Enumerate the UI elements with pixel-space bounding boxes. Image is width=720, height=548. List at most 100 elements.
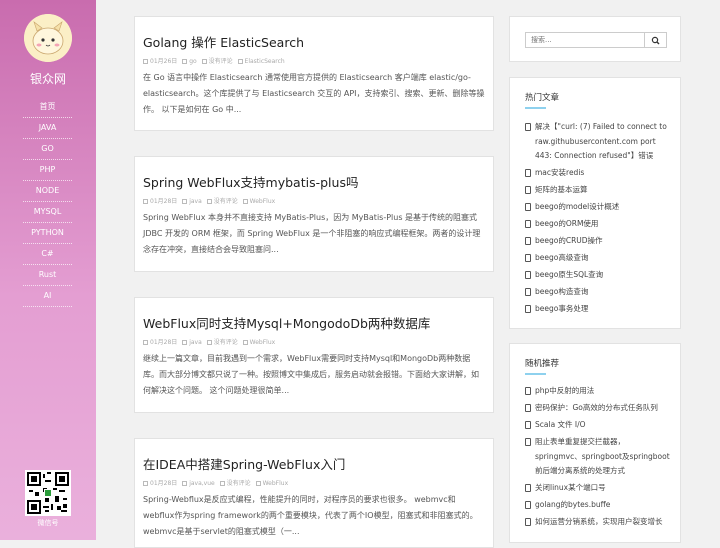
- post-tag[interactable]: WebFlux: [250, 198, 276, 205]
- post-meta: 01月26日 go 没有评论 ElasticSearch: [143, 57, 485, 66]
- list-item-label: 矩阵的基本运算: [535, 185, 588, 194]
- list-item[interactable]: 阻止表单重复提交拦截器，springmvc、springboot及springb…: [525, 435, 670, 479]
- list-item[interactable]: beego高级查询: [525, 251, 670, 266]
- post-category[interactable]: go: [189, 58, 196, 65]
- list-item[interactable]: beego的model设计概述: [525, 200, 670, 215]
- random-posts-title: 随机推荐: [525, 359, 560, 369]
- document-icon: [525, 237, 531, 245]
- document-icon: [525, 169, 531, 177]
- nav-item-node[interactable]: NODE: [23, 181, 72, 202]
- post-category[interactable]: java: [189, 198, 202, 205]
- list-item-label: beego事务处理: [535, 304, 589, 313]
- post-comments[interactable]: 没有评论: [214, 339, 238, 346]
- list-item[interactable]: php中反射的用法: [525, 384, 670, 399]
- hot-posts-list: 解决【"curl: (7) Failed to connect to raw.g…: [525, 120, 670, 319]
- search-button[interactable]: [644, 33, 666, 47]
- post-excerpt: 在 Go 语言中操作 Elasticsearch 通常使用官方提供的 Elast…: [143, 73, 485, 114]
- list-item[interactable]: 密码保护：Go高效的分布式任务队列: [525, 401, 670, 416]
- list-item[interactable]: beego构造查询: [525, 285, 670, 300]
- nav-item-java[interactable]: JAVA: [23, 118, 72, 139]
- comment-icon: [201, 59, 207, 64]
- post-date: 01月28日: [150, 339, 178, 346]
- left-sidebar: 银众网 首页 JAVA GO PHP NODE MYSQL PYTHON C# …: [0, 0, 96, 540]
- nav-item-python[interactable]: PYTHON: [23, 223, 72, 244]
- comment-icon: [219, 481, 225, 486]
- calendar-icon: [143, 59, 148, 64]
- list-item[interactable]: 如何运营分销系统，实现用户裂变增长: [525, 515, 670, 530]
- search-input[interactable]: [526, 33, 646, 47]
- list-item[interactable]: golang的bytes.buffe: [525, 498, 670, 513]
- nav-item-csharp[interactable]: C#: [23, 244, 72, 265]
- post-card: Golang 操作 ElasticSearch 01月26日 go 没有评论 E…: [134, 16, 494, 131]
- post-date: 01月26日: [150, 58, 178, 65]
- list-item[interactable]: beego原生SQL查询: [525, 268, 670, 283]
- document-icon: [525, 305, 531, 313]
- post-tag[interactable]: WebFlux: [250, 339, 276, 346]
- folder-icon: [182, 481, 188, 486]
- calendar-icon: [143, 340, 148, 345]
- post-category[interactable]: java,vue: [189, 480, 215, 487]
- folder-icon: [182, 199, 188, 204]
- nav-item-go[interactable]: GO: [23, 139, 72, 160]
- document-icon: [525, 220, 531, 228]
- post-comments[interactable]: 没有评论: [227, 480, 251, 487]
- list-item[interactable]: Scala 文件 I/O: [525, 418, 670, 433]
- document-icon: [525, 387, 531, 395]
- nav-item-mysql[interactable]: MYSQL: [23, 202, 72, 223]
- nav-item-rust[interactable]: Rust: [23, 265, 72, 286]
- post-comments[interactable]: 没有评论: [209, 58, 233, 65]
- post-title[interactable]: 在IDEA中搭建Spring-WebFlux入门: [143, 457, 485, 473]
- hot-posts-widget: 热门文章 解决【"curl: (7) Failed to connect to …: [509, 77, 681, 329]
- nav-item-home[interactable]: 首页: [23, 97, 72, 118]
- post-tag[interactable]: WebFlux: [263, 480, 289, 487]
- post-category[interactable]: java: [189, 339, 202, 346]
- list-item-label: beego原生SQL查询: [535, 270, 604, 279]
- list-item-label: beego的ORM使用: [535, 219, 599, 228]
- document-icon: [525, 271, 531, 279]
- nav-item-php[interactable]: PHP: [23, 160, 72, 181]
- list-item[interactable]: 矩阵的基本运算: [525, 183, 670, 198]
- list-item[interactable]: beego的ORM使用: [525, 217, 670, 232]
- post-title[interactable]: WebFlux同时支持Mysql+MongodoDb两种数据库: [143, 316, 485, 332]
- list-item-label: mac安装redis: [535, 168, 585, 177]
- hot-posts-title: 热门文章: [525, 93, 560, 103]
- post-title[interactable]: Golang 操作 ElasticSearch: [143, 35, 485, 51]
- list-item[interactable]: mac安装redis: [525, 166, 670, 181]
- list-item[interactable]: 解决【"curl: (7) Failed to connect to raw.g…: [525, 120, 670, 164]
- folder-icon: [182, 340, 188, 345]
- post-date: 01月28日: [150, 198, 178, 205]
- list-item-label: php中反射的用法: [535, 386, 595, 395]
- post-title[interactable]: Spring WebFlux支持mybatis-plus吗: [143, 175, 485, 191]
- document-icon: [525, 123, 531, 131]
- list-item-label: beego的model设计概述: [535, 202, 620, 211]
- list-item-label: beego高级查询: [535, 253, 589, 262]
- list-item-label: 解决【"curl: (7) Failed to connect to raw.g…: [535, 122, 667, 160]
- post-excerpt: Spring WebFlux 本身并不直接支持 MyBatis-Plus，因为 …: [143, 213, 481, 254]
- tag-icon: [242, 199, 248, 204]
- list-item[interactable]: beego的CRUD操作: [525, 234, 670, 249]
- comment-icon: [206, 340, 212, 345]
- site-logo-avatar[interactable]: [24, 14, 72, 62]
- list-item-label: 密码保护：Go高效的分布式任务队列: [535, 403, 658, 412]
- list-item[interactable]: beego事务处理: [525, 302, 670, 317]
- post-excerpt: 继续上一篇文章，目前我遇到一个需求，WebFlux需要同时支持Mysql和Mon…: [143, 354, 479, 395]
- document-icon: [525, 501, 531, 509]
- post-comments[interactable]: 没有评论: [214, 198, 238, 205]
- post-tag[interactable]: ElasticSearch: [245, 58, 285, 65]
- tag-icon: [242, 340, 248, 345]
- wechat-qr-code: [25, 470, 71, 516]
- list-item-label: beego构造查询: [535, 287, 589, 296]
- comment-icon: [206, 199, 212, 204]
- post-list: Golang 操作 ElasticSearch 01月26日 go 没有评论 E…: [134, 16, 494, 548]
- document-icon: [525, 203, 531, 211]
- document-icon: [525, 186, 531, 194]
- random-posts-list: php中反射的用法 密码保护：Go高效的分布式任务队列 Scala 文件 I/O…: [525, 384, 670, 532]
- calendar-icon: [143, 199, 148, 204]
- post-meta: 01月28日 java 没有评论 WebFlux: [143, 197, 485, 206]
- list-item-label: 阻止表单重复提交拦截器，springmvc、springboot及springb…: [535, 437, 670, 475]
- post-card: 在IDEA中搭建Spring-WebFlux入门 01月28日 java,vue…: [134, 438, 494, 548]
- nav-item-ai[interactable]: AI: [23, 286, 72, 307]
- qr-label: 微信号: [37, 519, 59, 527]
- list-item[interactable]: 关闭linux某个端口号: [525, 481, 670, 496]
- site-name[interactable]: 银众网: [0, 70, 96, 87]
